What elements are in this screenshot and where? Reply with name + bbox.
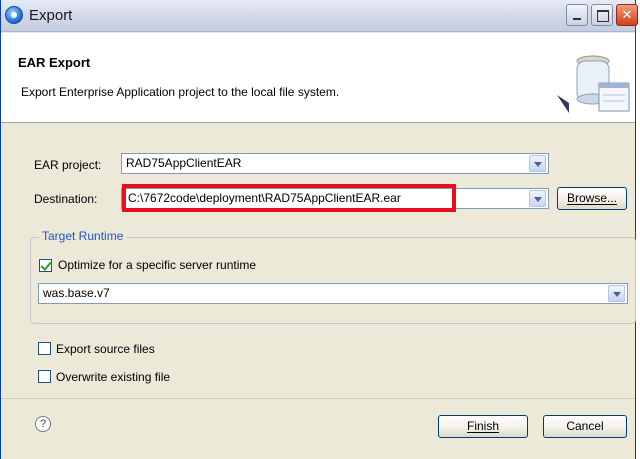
export-source-label: Export source files (56, 342, 155, 356)
chevron-down-icon[interactable] (608, 285, 625, 302)
destination-value: C:\7672code\deployment\RAD75AppClientEAR… (128, 191, 401, 205)
minimize-icon[interactable] (566, 4, 588, 26)
ear-project-value: RAD75AppClientEAR (126, 156, 242, 170)
page-title: EAR Export (18, 55, 91, 70)
chevron-down-icon[interactable] (529, 190, 546, 207)
chevron-down-icon[interactable] (529, 155, 546, 172)
finish-button[interactable]: Finish (438, 415, 528, 438)
ear-project-combo[interactable]: RAD75AppClientEAR (121, 153, 549, 174)
destination-label: Destination: (34, 192, 98, 206)
target-runtime-legend: Target Runtime (39, 229, 127, 243)
help-icon[interactable]: ? (35, 416, 51, 432)
eclipse-icon (5, 6, 23, 24)
wizard-banner: EAR Export Export Enterprise Application… (1, 33, 635, 123)
page-description: Export Enterprise Application project to… (21, 85, 340, 99)
destination-combo[interactable]: C:\7672code\deployment\RAD75AppClientEAR… (121, 188, 549, 209)
ear-project-label: EAR project: (34, 158, 102, 172)
cancel-button-label: Cancel (566, 419, 604, 433)
export-source-checkbox[interactable] (38, 342, 51, 355)
close-icon[interactable]: ✕ (616, 4, 638, 26)
runtime-value: was.base.v7 (43, 286, 110, 300)
overwrite-checkbox[interactable] (38, 370, 51, 383)
runtime-combo[interactable]: was.base.v7 (38, 283, 628, 304)
optimize-runtime-checkbox[interactable] (39, 259, 52, 272)
title-bar[interactable]: Export ✕ (1, 0, 638, 32)
jar-export-icon (557, 55, 630, 113)
overwrite-label: Overwrite existing file (56, 370, 171, 384)
window-title: Export (29, 7, 73, 24)
maximize-icon[interactable] (591, 4, 613, 26)
export-dialog: Export ✕ EAR Export Export Enterprise Ap… (0, 0, 638, 459)
optimize-runtime-label: Optimize for a specific server runtime (58, 258, 257, 272)
browse-button-label: Browse... (566, 191, 617, 205)
target-runtime-group (30, 237, 636, 324)
cancel-button[interactable]: Cancel (543, 415, 627, 438)
finish-button-label: Finish (466, 419, 499, 433)
browse-button[interactable]: Browse... (557, 187, 627, 210)
footer-separator (1, 398, 635, 399)
